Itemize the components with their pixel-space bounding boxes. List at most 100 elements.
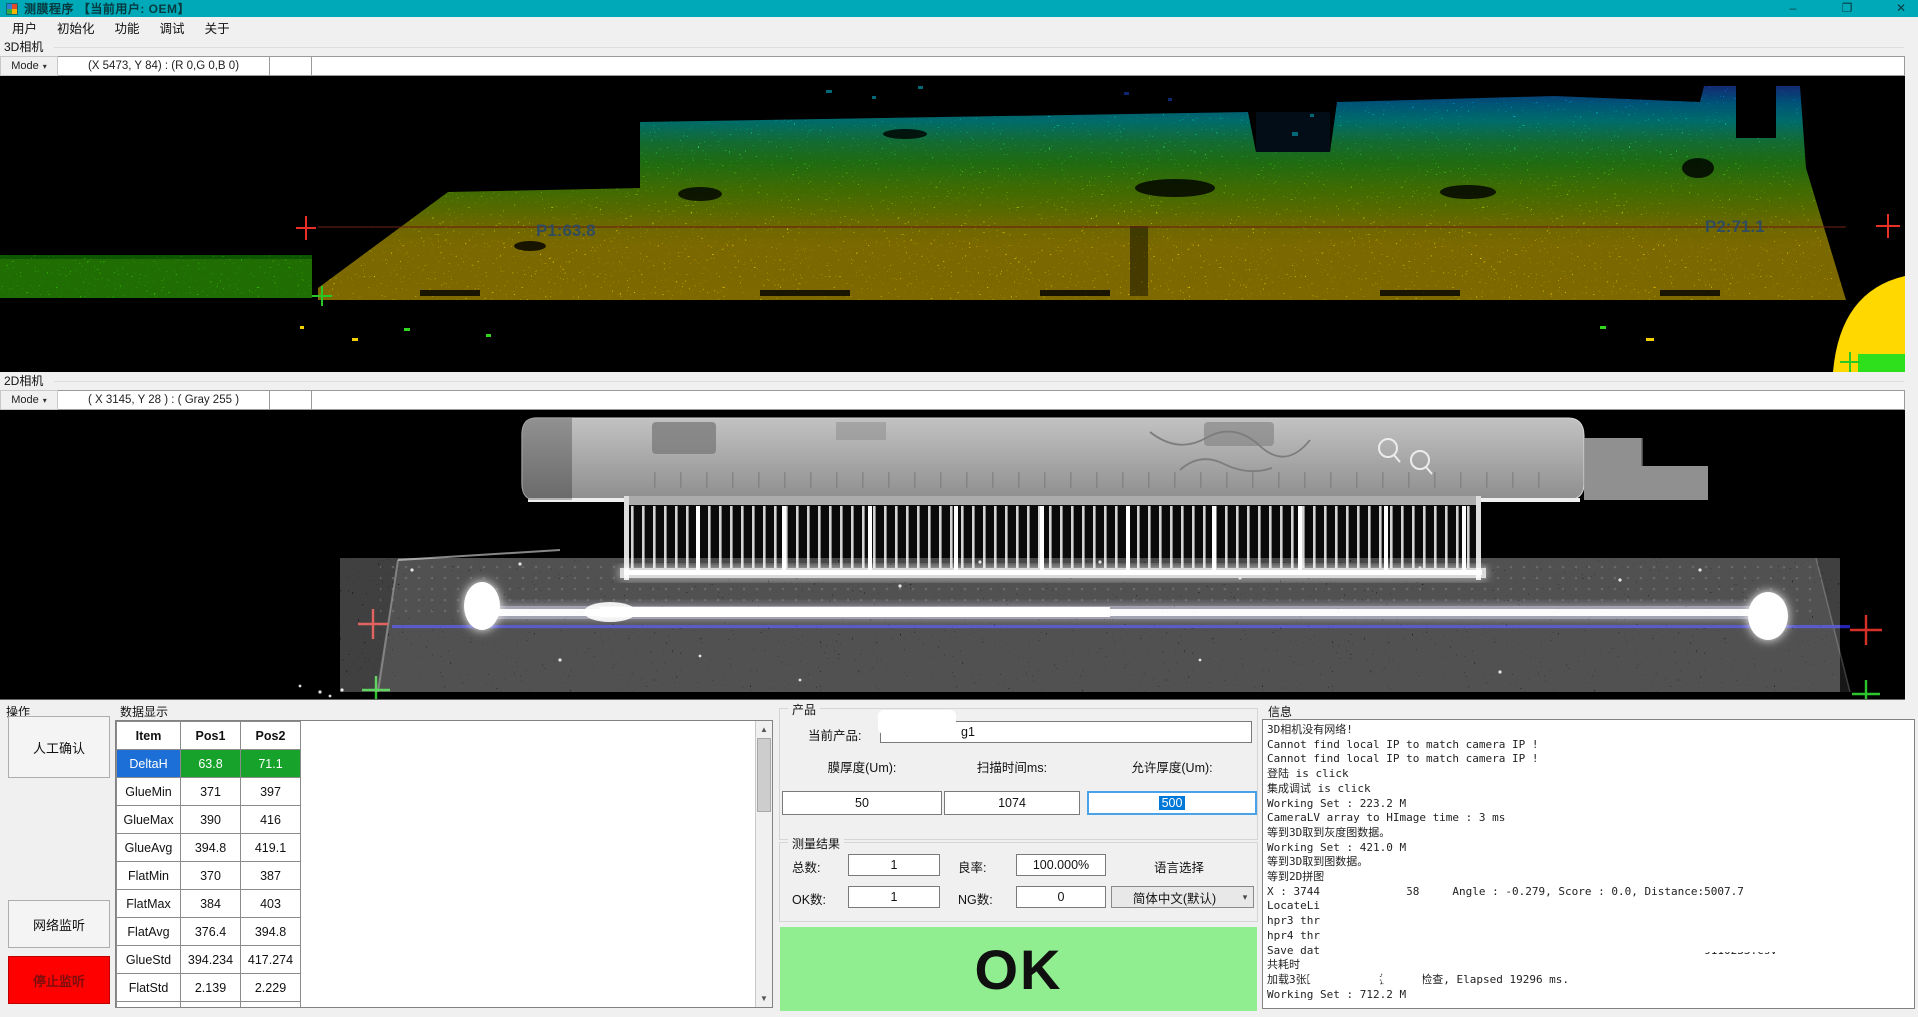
scroll-up-icon[interactable]: ▲ [756, 721, 772, 738]
table-header-row: Item Pos1 Pos2 [117, 722, 301, 750]
menu-item-user[interactable]: 用户 [2, 16, 47, 39]
scrollbar-thumb[interactable] [757, 738, 771, 812]
scroll-down-icon[interactable]: ▼ [756, 990, 772, 1007]
log-line: 等到3D取到图数据。 [1267, 855, 1914, 870]
cell-pos2[interactable]: 417.274 [241, 946, 301, 974]
stop-listen-button[interactable]: 停止监听 [8, 956, 110, 1004]
cell-pos1[interactable]: 63.8 [181, 750, 241, 778]
table-row[interactable]: GlueMin 371 397 [117, 778, 301, 806]
table-row[interactable]: GlueAvg 394.8 419.1 [117, 834, 301, 862]
cell-item[interactable]: GlueMax [117, 806, 181, 834]
yield-label: 良率: [958, 857, 986, 876]
camera2d-mode-bar: Mode ▾ ( X 3145, Y 28 ) : ( Gray 255 ) [0, 390, 1905, 410]
log-line: Working Set : 223.2 M [1267, 797, 1914, 812]
total-field[interactable]: 1 [848, 854, 940, 876]
mode-button-2d-label: Mode [11, 394, 39, 406]
cell-pos1[interactable]: 2583.5 [181, 1002, 241, 1009]
cell-pos1[interactable]: 394.234 [181, 946, 241, 974]
app-icon [6, 3, 18, 15]
menu-item-about[interactable]: 关于 [195, 16, 240, 39]
cell-item[interactable]: FlatMax [117, 890, 181, 918]
cell-pos2[interactable]: 397 [241, 778, 301, 806]
cell-pos2[interactable]: 2.229 [241, 974, 301, 1002]
menu-item-debug[interactable]: 调试 [150, 16, 195, 39]
info-log[interactable]: 3D相机没有网络! Cannot find local IP to match … [1262, 719, 1915, 1009]
camera2d-statusbox-2 [270, 390, 312, 410]
scan-time-field[interactable]: 1074 [944, 791, 1080, 815]
table-row[interactable]: GlueMax 390 416 [117, 806, 301, 834]
film-thickness-field[interactable]: 50 [782, 791, 942, 815]
cell-pos2[interactable]: 403 [241, 890, 301, 918]
menu-bar: 用户 初始化 功能 调试 关于 [0, 17, 1918, 38]
log-line: 共耗时 [1267, 958, 1914, 973]
ng-count-field[interactable]: 0 [1016, 886, 1106, 908]
cell-pos1[interactable]: 394.8 [181, 834, 241, 862]
table-row[interactable]: FlatStd 2.139 2.229 [117, 974, 301, 1002]
network-listen-button[interactable]: 网络监听 [8, 900, 110, 948]
table-row[interactable]: FlatMin 370 387 [117, 862, 301, 890]
table-row[interactable]: FlatMax 384 403 [117, 890, 301, 918]
table-row[interactable]: GlueStd 394.234 417.274 [117, 946, 301, 974]
cell-pos1[interactable]: 2.139 [181, 974, 241, 1002]
redaction-patch [1321, 942, 1661, 958]
cell-pos1[interactable]: 390 [181, 806, 241, 834]
redaction-patch [1381, 972, 1423, 985]
table-scrollbar[interactable]: ▲ ▼ [755, 721, 772, 1007]
cell-item[interactable]: DeltaH [117, 750, 181, 778]
cell-item[interactable]: FlatStd [117, 974, 181, 1002]
cell-pos2[interactable]: 7866.7 [241, 1002, 301, 1009]
cell-pos2[interactable]: 394.8 [241, 918, 301, 946]
cell-pos2[interactable]: 387 [241, 862, 301, 890]
minimize-button[interactable]: – [1784, 0, 1802, 17]
cell-pos1[interactable]: 370 [181, 862, 241, 890]
camera3d-view[interactable]: P1:63.8 P2:71.1 [0, 76, 1905, 372]
ok-count-field[interactable]: 1 [848, 886, 940, 908]
cell-item[interactable]: GlueAvg [117, 834, 181, 862]
camera2d-view[interactable] [0, 410, 1905, 700]
allowed-thickness-label: 允许厚度(Um): [1087, 757, 1257, 776]
cell-item[interactable]: GlueStd [117, 946, 181, 974]
ng-count-label: NG数: [958, 889, 993, 908]
allowed-thickness-field[interactable]: 500 [1087, 791, 1257, 815]
cell-item[interactable]: FlatMin [117, 862, 181, 890]
cell-pos2[interactable]: 416 [241, 806, 301, 834]
cell-pos1[interactable]: 371 [181, 778, 241, 806]
maximize-button[interactable]: ❐ [1838, 0, 1856, 17]
table-row[interactable]: X 2583.5 7866.7 [117, 1002, 301, 1009]
cell-item[interactable]: GlueMin [117, 778, 181, 806]
cell-pos1[interactable]: 376.4 [181, 918, 241, 946]
cell-pos1[interactable]: 384 [181, 890, 241, 918]
manual-confirm-button[interactable]: 人工确认 [8, 716, 110, 778]
film-thickness-label: 膜厚度(Um): [782, 757, 942, 776]
menu-item-function[interactable]: 功能 [105, 16, 150, 39]
chevron-down-icon: ▾ [43, 62, 47, 71]
redaction-patch [1308, 972, 1363, 985]
column-header-pos1: Pos1 [181, 722, 241, 750]
yield-field[interactable]: 100.000% [1016, 854, 1106, 876]
verdict-banner: OK [780, 927, 1257, 1011]
cell-pos2[interactable]: 419.1 [241, 834, 301, 862]
table-row[interactable]: DeltaH 63.8 71.1 [117, 750, 301, 778]
language-label: 语言选择 [1154, 857, 1204, 876]
cell-item[interactable]: X [117, 1002, 181, 1009]
mode-button-2d[interactable]: Mode ▾ [0, 390, 58, 410]
log-line: Cannot find local IP to match camera IP … [1267, 738, 1914, 753]
column-header-item: Item [117, 722, 181, 750]
chevron-down-icon: ▾ [43, 396, 47, 405]
language-select[interactable]: 简体中文(默认) ▾ [1111, 886, 1254, 908]
camera2d-group-label: 2D相机 [4, 372, 1918, 390]
close-button[interactable]: ✕ [1892, 0, 1910, 17]
table-row[interactable]: FlatAvg 376.4 394.8 [117, 918, 301, 946]
log-line: 等到3D取到灰度图数据。 [1267, 826, 1914, 841]
cell-pos2[interactable]: 71.1 [241, 750, 301, 778]
results-group: 测量结果 总数: 1 良率: 100.000% 语言选择 OK数: 1 NG数:… [779, 842, 1258, 922]
ok-count-label: OK数: [792, 889, 826, 908]
mode-button-3d[interactable]: Mode ▾ [0, 56, 58, 76]
camera3d-statusbox-3 [312, 56, 1905, 76]
cell-item[interactable]: FlatAvg [117, 918, 181, 946]
column-header-pos2: Pos2 [241, 722, 301, 750]
grayscale-2d [0, 410, 1905, 700]
menu-item-init[interactable]: 初始化 [47, 16, 105, 39]
redaction-patch [878, 710, 956, 734]
selected-text: 500 [1159, 796, 1186, 810]
